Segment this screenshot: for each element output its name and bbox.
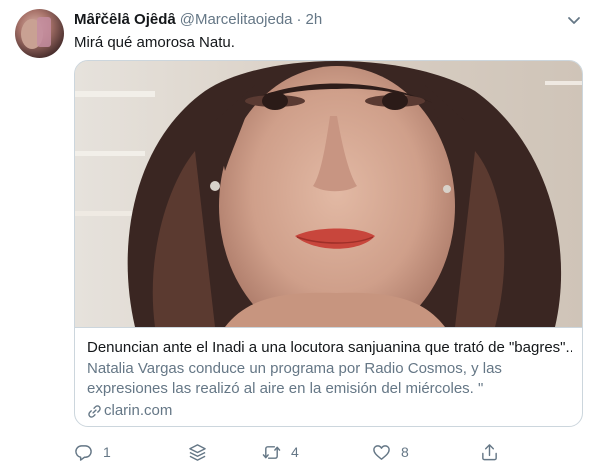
card-domain: clarin.com <box>87 401 572 421</box>
tweet-header: Mȃȓčȇlȃ Ojȇdȃ @Marcelitaojeda · 2h <box>74 11 322 31</box>
like-count: 8 <box>401 444 409 460</box>
retweet-button[interactable]: 4 <box>262 441 299 463</box>
card-domain-text: clarin.com <box>104 402 173 419</box>
user-handle[interactable]: @Marcelitaojeda <box>180 11 293 28</box>
reply-icon <box>75 444 92 461</box>
like-button[interactable]: 8 <box>372 441 409 463</box>
tweet-actions: 1 4 8 <box>74 441 504 463</box>
tweet-text: Mirá qué amorosa Natu. <box>74 34 235 51</box>
link-card[interactable]: Denuncian ante el Inadi a una locutora s… <box>74 60 583 427</box>
chevron-down-icon[interactable] <box>566 12 582 28</box>
avatar[interactable] <box>15 9 64 58</box>
display-name[interactable]: Mȃȓčȇlȃ Ojȇdȃ <box>74 11 176 28</box>
tweet-timestamp[interactable]: 2h <box>306 11 323 28</box>
avatar-phone <box>37 17 51 47</box>
reply-count: 1 <box>103 444 111 460</box>
stack-button[interactable] <box>188 441 207 463</box>
share-icon <box>482 443 497 460</box>
retweet-count: 4 <box>291 444 299 460</box>
separator-dot: · <box>296 11 302 28</box>
share-button[interactable] <box>480 441 499 463</box>
stack-icon <box>189 443 206 461</box>
reply-button[interactable]: 1 <box>74 441 111 463</box>
card-image <box>75 61 582 327</box>
card-title: Denuncian ante el Inadi a una locutora s… <box>87 339 572 356</box>
retweet-icon <box>262 445 281 459</box>
link-icon <box>88 404 101 418</box>
heart-icon <box>373 444 390 460</box>
card-body: Denuncian ante el Inadi a una locutora s… <box>75 327 582 426</box>
card-description: Natalia Vargas conduce un programa por R… <box>87 360 502 397</box>
tweet: Mȃȓčȇlȃ Ojȇdȃ @Marcelitaojeda · 2h Mirá … <box>0 0 596 475</box>
